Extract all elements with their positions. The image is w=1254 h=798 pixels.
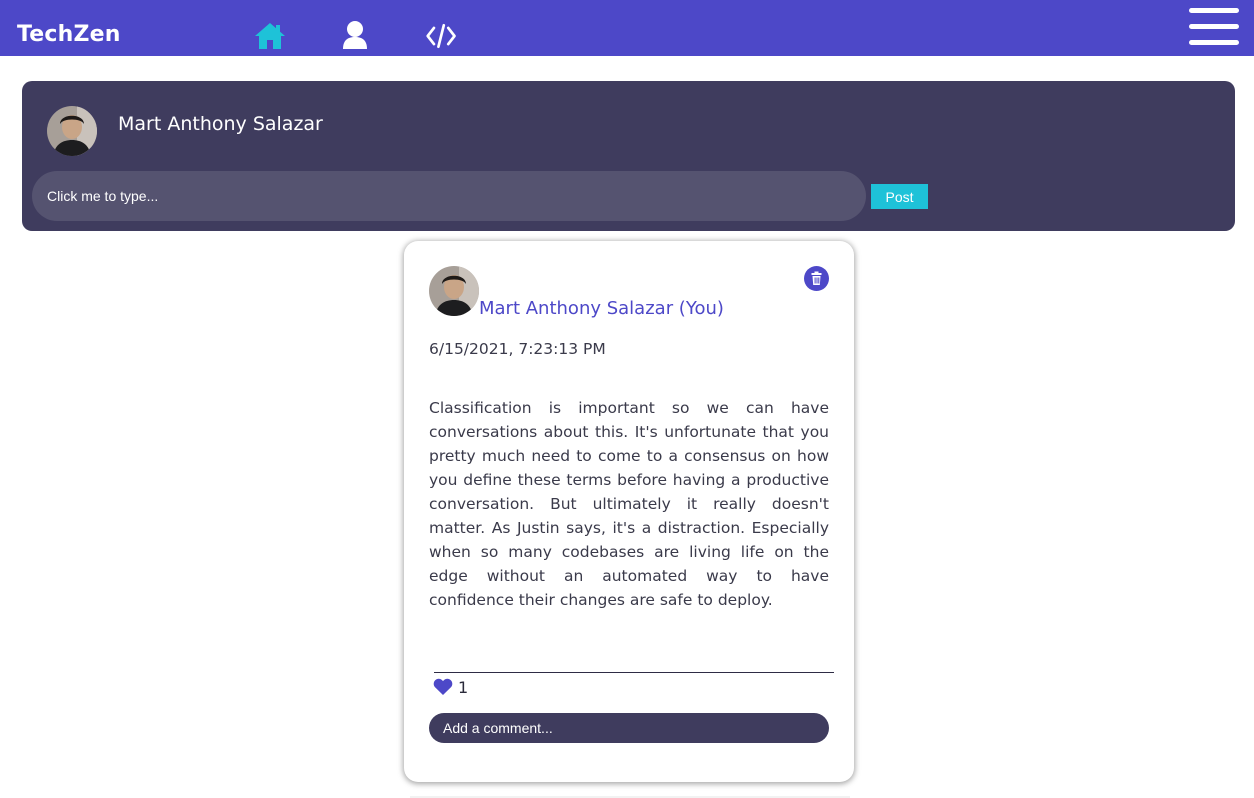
heart-icon[interactable] <box>433 678 453 696</box>
code-icon[interactable] <box>425 20 459 52</box>
avatar <box>47 106 97 156</box>
post-input[interactable] <box>32 171 866 221</box>
comment-input[interactable] <box>429 713 829 743</box>
post-card: Mart Anthony Salazar (You) 6/15/2021, 7:… <box>404 241 854 782</box>
post-author-link[interactable]: Mart Anthony Salazar (You) <box>479 297 724 321</box>
trash-icon <box>811 271 822 285</box>
divider <box>434 672 834 673</box>
post-composer: Mart Anthony Salazar Post <box>22 81 1235 231</box>
post-body-text: Classification is important so we can ha… <box>429 399 829 609</box>
hamburger-menu-icon[interactable] <box>1189 8 1241 46</box>
user-icon[interactable] <box>340 20 374 52</box>
home-icon[interactable] <box>253 20 287 52</box>
top-navbar: TechZen <box>0 0 1254 56</box>
post-timestamp: 6/15/2021, 7:23:13 PM <box>429 340 606 358</box>
post-button[interactable]: Post <box>871 184 928 209</box>
avatar[interactable] <box>429 266 479 316</box>
brand-logo[interactable]: TechZen <box>17 19 121 51</box>
delete-post-button[interactable] <box>804 266 829 291</box>
composer-user-name: Mart Anthony Salazar <box>118 113 323 135</box>
like-count: 1 <box>458 678 469 697</box>
